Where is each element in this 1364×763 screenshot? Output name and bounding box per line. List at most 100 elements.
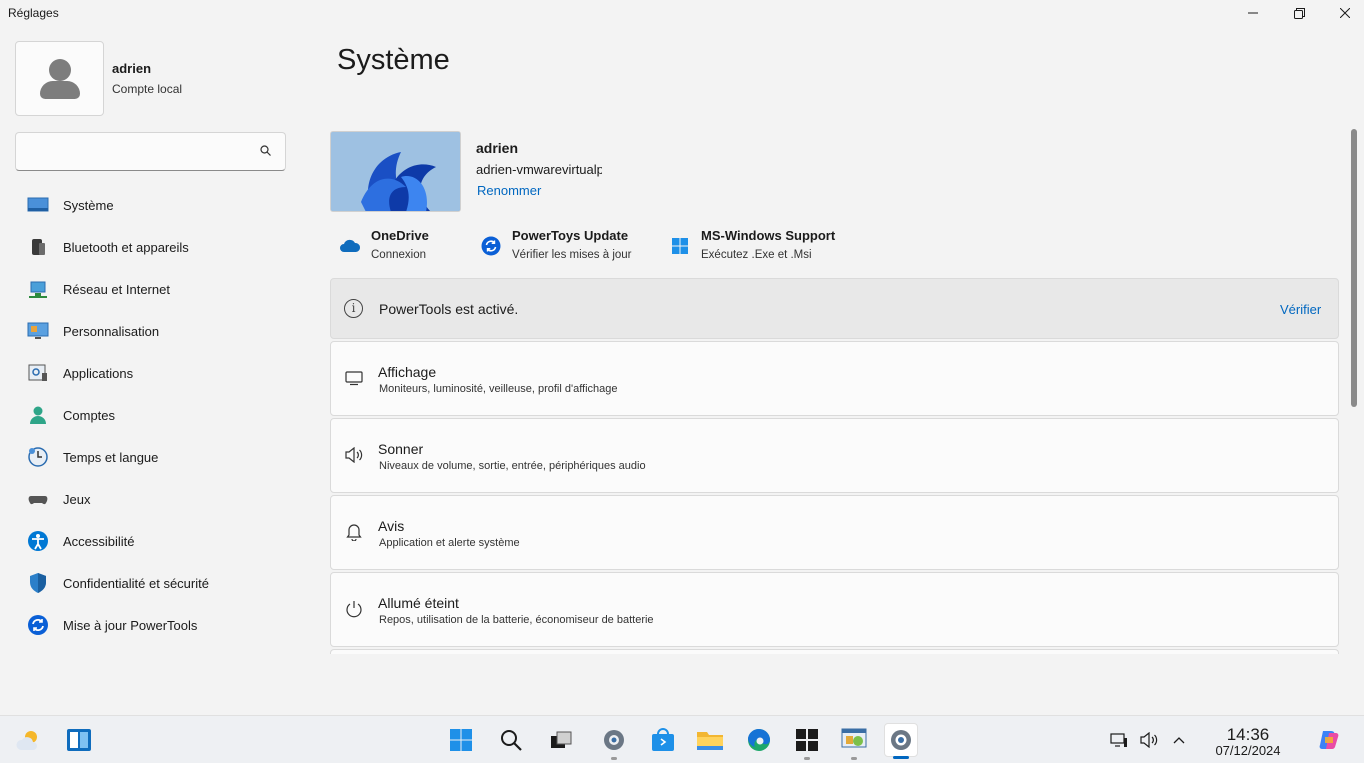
quick-link-onedrive[interactable]: OneDrive Connexion [339,227,469,267]
sidebar-item-label: Système [63,197,114,213]
maximize-button[interactable] [1276,0,1322,26]
apps-icon [27,363,49,383]
clock-date[interactable]: 07/12/2024 [1203,743,1293,758]
avatar-body [40,81,80,99]
settings-card-next[interactable] [330,649,1339,654]
monitor-icon [27,195,49,215]
sidebar-item-label: Confidentialité et sécurité [63,575,209,591]
verify-link[interactable]: Vérifier [1280,302,1321,317]
settings-card-notifications[interactable]: Avis Application et alerte système [330,495,1339,570]
sidebar-item-privacy[interactable]: Confidentialité et sécurité [15,564,305,602]
chevron-up-icon[interactable] [1168,729,1190,751]
accessibility-icon [27,531,49,551]
device-hostname: adrien-vmwarevirtualp [476,162,602,177]
control-panel-icon[interactable] [837,723,871,760]
copilot-icon[interactable] [1316,727,1342,753]
card-title: Allumé éteint [378,595,459,611]
bell-icon [344,522,364,542]
search-box[interactable] [15,132,286,171]
card-subtitle: Application et alerte système [379,537,520,549]
quick-link-title: PowerToys Update [512,228,629,243]
card-title: Avis [378,518,405,534]
sidebar-item-system[interactable]: Système [15,186,305,224]
settings-card-display[interactable]: Affichage Moniteurs, luminosité, veilleu… [330,341,1339,416]
card-subtitle: Repos, utilisation de la batterie, écono… [379,614,654,626]
status-banner: i PowerTools est activé. Vérifier [330,278,1339,339]
sidebar-item-powertools-update[interactable]: Mise à jour PowerTools [15,606,305,644]
scrollbar-thumb[interactable] [1351,129,1357,407]
card-title: Sonner [378,441,424,457]
sidebar-item-personalization[interactable]: Personnalisation [15,312,305,350]
running-indicator [611,757,617,760]
quick-link-ms-windows-support[interactable]: MS-Windows Support Exécutez .Exe et .Msi [669,227,849,267]
volume-tray-icon[interactable] [1138,729,1160,751]
task-view-icon[interactable] [544,723,578,757]
update-icon [27,615,49,635]
sidebar-item-apps[interactable]: Applications [15,354,305,392]
minimize-button[interactable] [1230,0,1276,26]
window-title: Réglages [8,6,59,20]
sidebar-item-label: Temps et langue [63,449,159,465]
sidebar-item-time-language[interactable]: Temps et langue [15,438,305,476]
sidebar-item-label: Bluetooth et appareils [63,239,189,255]
sidebar-item-accounts[interactable]: Comptes [15,396,305,434]
display-icon [344,368,364,388]
quick-link-powertoys-update[interactable]: PowerToys Update Vérifier les mises à jo… [480,227,650,267]
avatar[interactable] [15,41,104,116]
quick-link-subtitle: Exécutez .Exe et .Msi [701,249,812,261]
terminal-icon[interactable] [790,723,824,760]
rename-link[interactable]: Renommer [477,183,541,198]
settings-card-power[interactable]: Allumé éteint Repos, utilisation de la b… [330,572,1339,647]
sidebar-item-label: Personnalisation [63,323,160,339]
running-indicator [851,757,857,760]
bloom-wallpaper-icon [331,132,460,211]
sidebar-item-accessibility[interactable]: Accessibilité [15,522,305,560]
sidebar-item-gaming[interactable]: Jeux [15,480,305,518]
start-button-icon[interactable] [444,723,478,757]
settings-app-icon[interactable] [597,723,631,760]
network-icon [27,279,49,299]
network-tray-icon[interactable] [1108,729,1130,751]
quick-link-subtitle: Connexion [371,249,426,261]
speaker-icon [344,445,364,465]
profile-name: adrien [112,61,152,76]
title-bar: Réglages [0,0,1364,26]
widgets-icon[interactable] [62,723,96,757]
banner-text: PowerTools est activé. [379,301,519,317]
restore-icon [1293,7,1305,19]
file-explorer-icon[interactable] [693,723,727,757]
sidebar-item-label: Mise à jour PowerTools [63,617,198,633]
gamepad-icon [27,489,49,509]
weather-widget-icon[interactable] [12,723,46,757]
avatar-head [49,59,71,81]
settings-card-sound[interactable]: Sonner Niveaux de volume, sortie, entrée… [330,418,1339,493]
power-icon [344,599,364,619]
paint-monitor-icon [27,321,49,341]
sidebar-item-label: Réseau et Internet [63,281,170,297]
info-icon: i [344,299,363,318]
edge-browser-icon[interactable] [742,723,776,757]
quick-link-subtitle: Vérifier les mises à jour [512,249,632,261]
sidebar-item-label: Accessibilité [63,533,135,549]
sidebar-item-network[interactable]: Réseau et Internet [15,270,305,308]
sidebar-item-label: Comptes [63,407,116,423]
sidebar-item-bluetooth[interactable]: Bluetooth et appareils [15,228,305,266]
close-button[interactable] [1322,0,1364,26]
running-indicator [804,757,810,760]
shield-icon [27,573,49,593]
card-subtitle: Niveaux de volume, sortie, entrée, périp… [379,460,646,472]
cloud-icon [339,235,361,257]
user-icon [27,405,49,425]
card-subtitle: Moniteurs, luminosité, veilleuse, profil… [379,383,618,395]
search-icon[interactable] [260,145,271,159]
sidebar-item-label: Jeux [63,491,91,507]
card-title: Affichage [378,364,437,380]
windows-logo-icon [669,235,691,257]
page-title: Système [337,44,450,76]
search-taskbar-icon[interactable] [494,723,528,757]
clock-time[interactable]: 14:36 [1208,725,1288,745]
search-input[interactable] [24,141,249,163]
store-icon[interactable] [646,723,680,757]
profile-account-type: Compte local [112,82,183,96]
settings-active-icon[interactable] [884,723,918,759]
